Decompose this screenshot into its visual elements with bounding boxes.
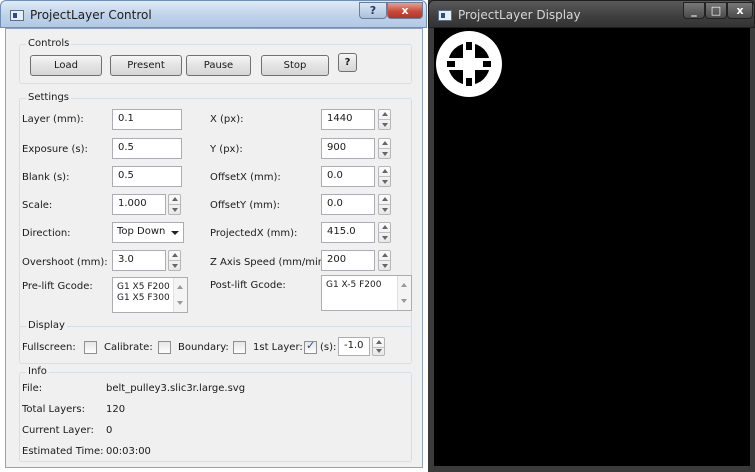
projectedx-label: ProjectedX (mm): xyxy=(210,228,298,239)
present-button[interactable]: Present xyxy=(110,55,182,76)
x-px-label: X (px): xyxy=(210,114,244,125)
display-minimize-button[interactable]: _ xyxy=(683,2,705,19)
direction-dropdown[interactable]: Top Down xyxy=(112,222,184,243)
info-group-title: Info xyxy=(26,366,49,377)
offsetx-input[interactable]: 0.0 xyxy=(321,166,375,187)
projectlayer-display-window: ProjectLayer Display _ □ x xyxy=(428,0,755,472)
stop-button[interactable]: Stop xyxy=(261,55,329,76)
projectlayer-control-window: ProjectLayer Control ? x Controls Load P… xyxy=(0,0,427,472)
first-layer-seconds-spinner[interactable] xyxy=(372,337,385,356)
scale-input[interactable]: 1.000 xyxy=(112,194,166,215)
offsetx-spinner[interactable] xyxy=(378,166,391,187)
projectedx-spinner[interactable] xyxy=(378,222,391,243)
seconds-label: (s): xyxy=(320,342,337,353)
control-titlebar[interactable]: ProjectLayer Control ? x xyxy=(0,0,427,28)
pause-button[interactable]: Pause xyxy=(186,55,251,76)
offsety-spinner[interactable] xyxy=(378,194,391,215)
fullscreen-label: Fullscreen: xyxy=(22,342,76,353)
y-px-spinner[interactable] xyxy=(378,138,391,159)
controls-group-title: Controls xyxy=(26,38,72,49)
load-button[interactable]: Load xyxy=(30,55,102,76)
estimated-time-label: Estimated Time: xyxy=(22,446,104,457)
z-axis-speed-spinner[interactable] xyxy=(378,250,391,271)
first-layer-checkbox[interactable] xyxy=(304,339,317,354)
calibrate-checkbox[interactable] xyxy=(158,341,171,354)
calibrate-label: Calibrate: xyxy=(104,342,153,353)
blank-input[interactable]: 0.5 xyxy=(112,166,182,187)
offsety-label: OffsetY (mm): xyxy=(210,200,280,211)
x-px-input[interactable]: 1440 xyxy=(321,109,375,130)
display-close-button[interactable]: x xyxy=(727,2,753,19)
offsety-input[interactable]: 0.0 xyxy=(321,194,375,215)
scale-spinner[interactable] xyxy=(168,194,181,215)
z-axis-speed-input[interactable]: 200 xyxy=(321,250,375,271)
postlift-scrollbar[interactable] xyxy=(397,276,411,310)
postlift-gcode-label: Post-lift Gcode: xyxy=(210,280,286,291)
display-window-icon xyxy=(438,10,452,21)
file-value: belt_pulley3.slic3r.large.svg xyxy=(106,383,246,394)
z-axis-speed-label: Z Axis Speed (mm/min): xyxy=(210,257,332,268)
projector-display-canvas xyxy=(434,28,750,466)
boundary-checkbox[interactable] xyxy=(233,341,246,354)
projectedx-input[interactable]: 415.0 xyxy=(321,222,375,243)
x-px-spinner[interactable] xyxy=(378,109,391,130)
exposure-label: Exposure (s): xyxy=(22,144,88,155)
calibration-crosshair-icon xyxy=(436,31,502,97)
app-window-icon xyxy=(10,10,24,21)
layer-label: Layer (mm): xyxy=(22,114,84,125)
fullscreen-checkbox[interactable] xyxy=(84,341,97,354)
overshoot-input[interactable]: 3.0 xyxy=(112,250,166,271)
boundary-label: Boundary: xyxy=(178,342,229,353)
prelift-gcode-textarea[interactable]: G1 X5 F200 G1 X5 F300 xyxy=(112,277,188,313)
exposure-input[interactable]: 0.5 xyxy=(112,138,182,159)
direction-dropdown-value: Top Down xyxy=(117,226,166,237)
prelift-gcode-label: Pre-lift Gcode: xyxy=(22,281,93,292)
display-titlebar[interactable]: ProjectLayer Display _ □ x xyxy=(428,0,755,28)
current-layer-value: 0 xyxy=(106,425,113,436)
y-px-input[interactable]: 900 xyxy=(321,138,375,159)
overshoot-label: Overshoot (mm): xyxy=(22,257,108,268)
first-layer-seconds-input[interactable]: -1.0 xyxy=(338,337,370,356)
blank-label: Blank (s): xyxy=(22,172,70,183)
prelift-scrollbar[interactable] xyxy=(173,278,187,312)
total-layers-value: 120 xyxy=(106,404,126,415)
chevron-down-icon xyxy=(171,231,179,235)
control-window-title: ProjectLayer Control xyxy=(30,8,152,22)
layer-input[interactable]: 0.1 xyxy=(112,109,182,130)
first-layer-label: 1st Layer: xyxy=(253,342,303,353)
estimated-time-value: 00:03:00 xyxy=(106,446,151,457)
direction-label: Direction: xyxy=(22,228,71,239)
settings-group-title: Settings xyxy=(26,92,72,103)
file-label: File: xyxy=(22,383,43,394)
current-layer-label: Current Layer: xyxy=(22,425,94,436)
window-close-button[interactable]: x xyxy=(387,2,423,19)
window-help-button[interactable]: ? xyxy=(359,2,387,19)
scale-label: Scale: xyxy=(22,200,53,211)
display-maximize-button[interactable]: □ xyxy=(705,2,727,19)
display-group-title: Display xyxy=(26,320,67,331)
display-window-title: ProjectLayer Display xyxy=(458,8,581,22)
offsetx-label: OffsetX (mm): xyxy=(210,172,281,183)
help-button[interactable]: ? xyxy=(338,53,357,72)
y-px-label: Y (px): xyxy=(210,144,243,155)
postlift-gcode-textarea[interactable]: G1 X-5 F200 xyxy=(321,275,412,311)
overshoot-spinner[interactable] xyxy=(168,250,181,271)
control-client-area: Controls Load Present Pause Stop ? Setti… xyxy=(5,28,423,468)
total-layers-label: Total Layers: xyxy=(22,404,85,415)
